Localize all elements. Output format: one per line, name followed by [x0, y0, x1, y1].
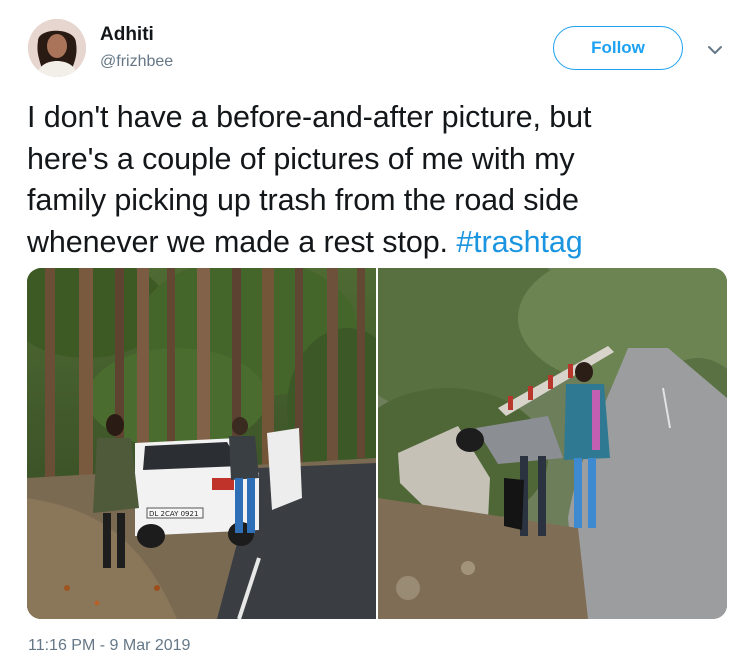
tweet-line: here's a couple of pictures of me with m… — [27, 141, 575, 176]
tweet-text: I don't have a before-and-after picture,… — [27, 97, 727, 263]
user-handle[interactable]: @frizhbee — [100, 53, 173, 71]
license-plate: DL 2CAY 0921 — [149, 510, 198, 518]
tweet-line-text: whenever we made a rest stop. — [27, 224, 457, 259]
avatar[interactable] — [28, 19, 86, 77]
tweet-line: whenever we made a rest stop. #trashtag — [27, 222, 727, 264]
photo-forest-road[interactable]: DL 2CAY 0921 — [27, 268, 407, 619]
tweet-line: I don't have a before-and-after picture,… — [27, 100, 592, 134]
tweet-line: family picking up trash from the road si… — [27, 183, 579, 217]
follow-button[interactable]: Follow — [553, 26, 683, 70]
tweet-media: DL 2CAY 0921 — [27, 268, 727, 619]
chevron-down-icon[interactable] — [703, 38, 727, 62]
user-name[interactable]: Adhiti — [100, 24, 154, 46]
photo-mountain-road[interactable] — [338, 268, 727, 619]
tweet-timestamp[interactable]: 11:16 PM - 9 Mar 2019 — [28, 637, 190, 655]
hashtag-link[interactable]: #trashtag — [456, 225, 582, 259]
